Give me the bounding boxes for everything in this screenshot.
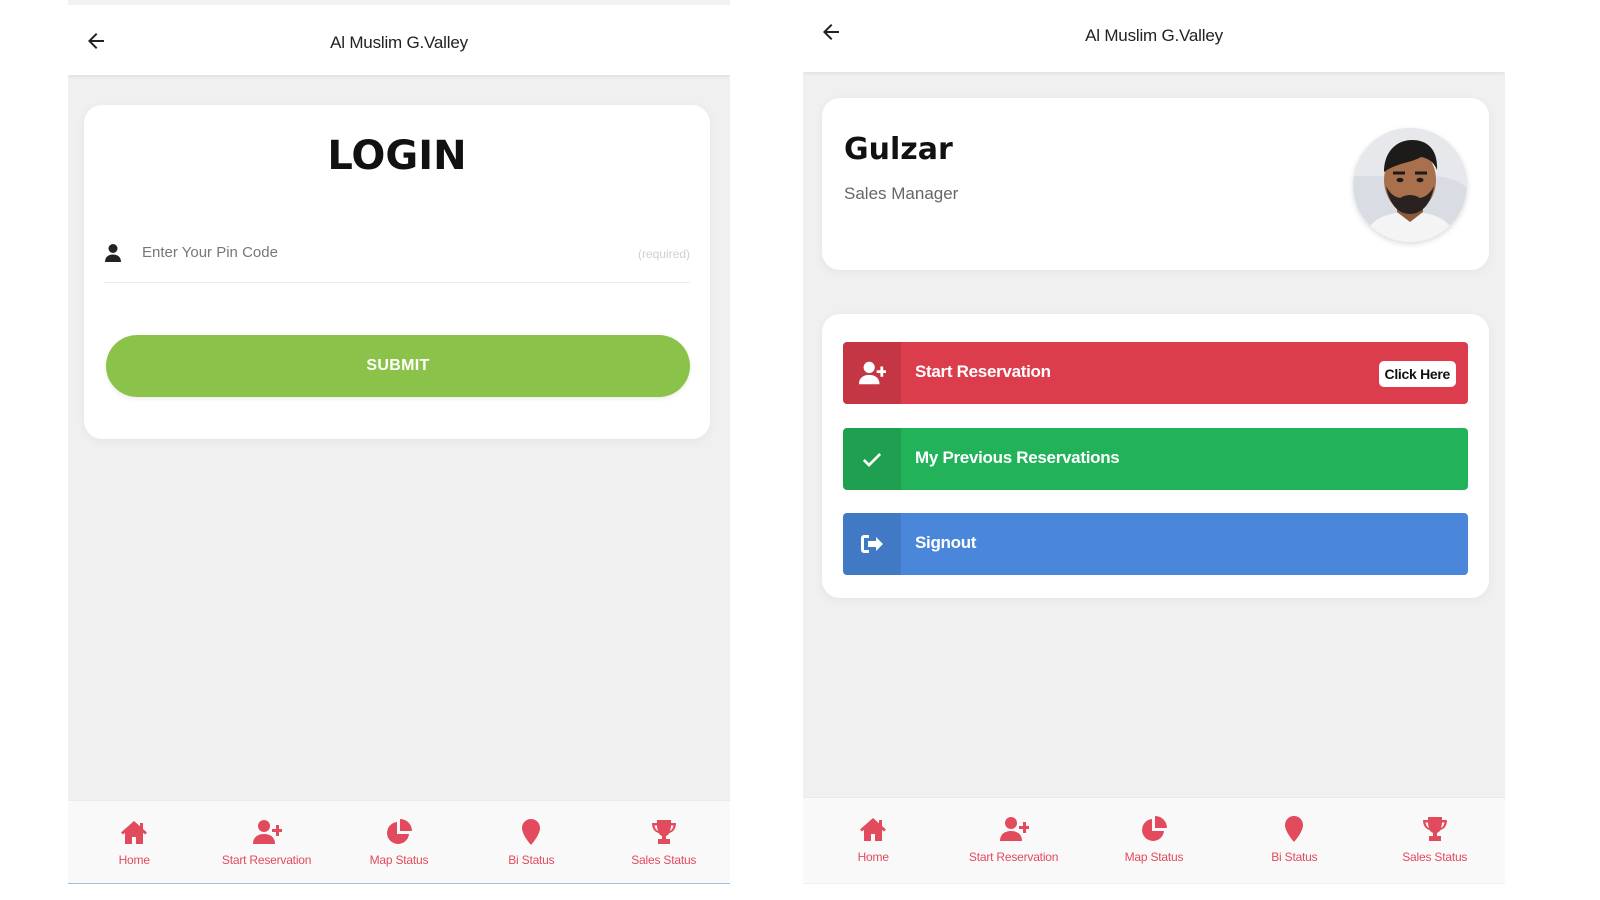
check-icon	[843, 428, 901, 490]
profile-name: Gulzar	[844, 132, 953, 167]
nav-item-sales-status[interactable]: Sales Status	[1380, 798, 1490, 883]
previous-reservations-label: My Previous Reservations	[915, 448, 1120, 467]
dashboard-screen: Al Muslim G.Valley Gulzar Sales Manager	[803, 0, 1505, 884]
map-marker-icon	[1285, 816, 1304, 842]
bottom-nav: Home Start Reservation Map Status Bi Sta…	[68, 800, 730, 884]
pie-chart-icon	[387, 819, 412, 844]
nav-label: Start Reservation	[221, 853, 312, 867]
nav-item-bi-status[interactable]: Bi Status	[1239, 798, 1349, 883]
signout-button[interactable]: Signout	[843, 513, 1468, 575]
login-title: LOGIN	[327, 133, 467, 179]
login-screen: Al Muslim G.Valley LOGIN (required) SUBM…	[68, 0, 730, 884]
nav-label: Bi Status	[508, 853, 555, 867]
pin-code-input[interactable]	[142, 239, 582, 265]
map-marker-icon	[522, 819, 541, 845]
nav-label: Sales Status	[631, 853, 697, 867]
nav-label: Home	[857, 850, 889, 864]
nav-label: Start Reservation	[968, 850, 1059, 864]
nav-item-map-status[interactable]: Map Status	[1099, 798, 1209, 883]
nav-item-home[interactable]: Home	[79, 801, 189, 883]
user-plus-icon	[252, 820, 282, 844]
submit-button[interactable]: SUBMIT	[106, 335, 690, 397]
profile-card: Gulzar Sales Manager	[822, 98, 1489, 270]
app-title: Al Muslim G.Valley	[330, 33, 468, 52]
nav-item-home[interactable]: Home	[818, 798, 928, 883]
avatar	[1353, 128, 1467, 242]
nav-label: Home	[118, 853, 150, 867]
click-here-badge[interactable]: Click Here	[1378, 361, 1456, 387]
required-hint: (required)	[637, 247, 690, 261]
start-reservation-label: Start Reservation	[915, 362, 1051, 381]
signout-label: Signout	[915, 533, 977, 552]
nav-label: Map Status	[1124, 850, 1184, 864]
nav-label: Bi Status	[1271, 850, 1318, 864]
start-reservation-button[interactable]: Start Reservation Click Here	[843, 342, 1468, 404]
trophy-icon	[651, 820, 676, 844]
home-icon	[860, 818, 887, 841]
previous-reservations-button[interactable]: My Previous Reservations	[843, 428, 1468, 490]
menu-card: Start Reservation Click Here My Previous…	[822, 314, 1489, 598]
nav-item-start-reservation[interactable]: Start Reservation	[212, 801, 322, 883]
pie-chart-icon	[1142, 816, 1167, 841]
app-bar: Al Muslim G.Valley	[803, 0, 1505, 72]
nav-item-map-status[interactable]: Map Status	[344, 801, 454, 883]
nav-label: Map Status	[369, 853, 429, 867]
login-card: LOGIN (required) SUBMIT	[84, 105, 710, 439]
sign-out-icon	[843, 513, 901, 575]
user-plus-icon	[843, 342, 901, 404]
nav-label: Sales Status	[1402, 850, 1468, 864]
user-plus-icon	[999, 817, 1029, 841]
pin-field-row: (required)	[104, 233, 690, 283]
user-icon	[104, 243, 122, 263]
nav-item-start-reservation[interactable]: Start Reservation	[959, 798, 1069, 883]
nav-item-sales-status[interactable]: Sales Status	[609, 801, 719, 883]
app-title: Al Muslim G.Valley	[1085, 26, 1223, 45]
nav-item-bi-status[interactable]: Bi Status	[476, 801, 586, 883]
profile-role: Sales Manager	[844, 184, 959, 203]
app-bar: Al Muslim G.Valley	[68, 5, 730, 75]
home-icon	[121, 821, 148, 844]
trophy-icon	[1422, 817, 1447, 841]
bottom-nav: Home Start Reservation Map Status Bi Sta…	[803, 797, 1505, 883]
